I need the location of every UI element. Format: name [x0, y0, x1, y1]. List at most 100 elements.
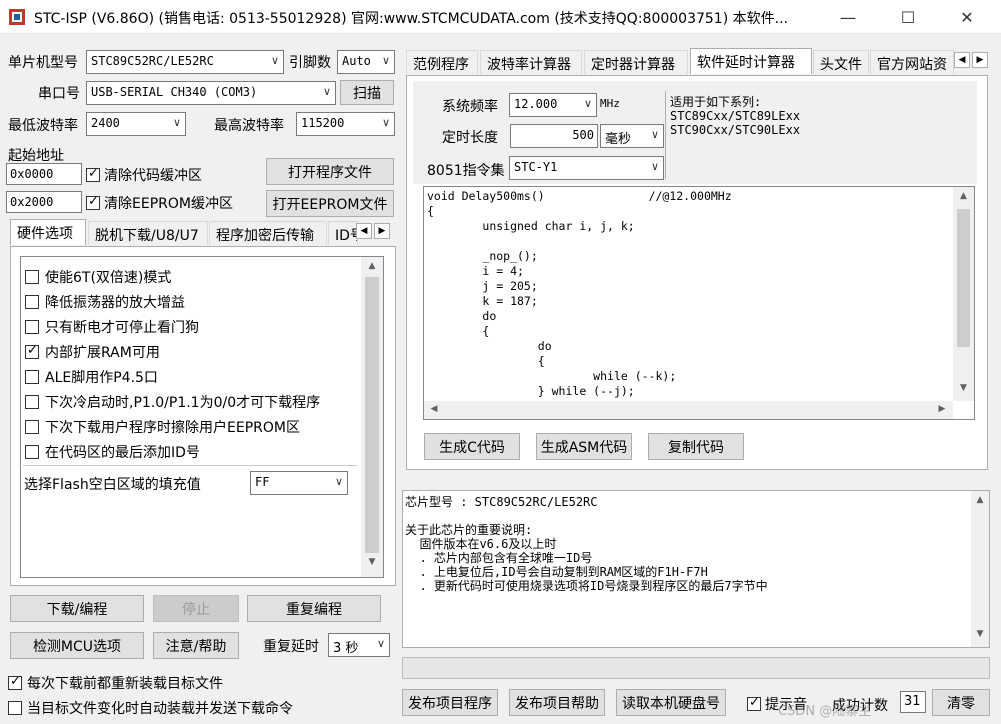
checkbox[interactable] [25, 420, 39, 434]
hardware-option[interactable]: 下次下载用户程序时擦除用户EEPROM区 [25, 415, 300, 439]
mcu-type-select[interactable]: STC89C52RC/LE52RC ∨ [86, 50, 284, 74]
tab-offline-download[interactable]: 脱机下载/U8/U7 [88, 221, 208, 245]
options-scrollbar[interactable]: ▲ ▼ [361, 257, 383, 577]
hardware-option[interactable]: 只有断电才可停止看门狗 [25, 315, 199, 339]
applies-box: 适用于如下系列: STC89Cxx/STC89LExx STC90Cxx/STC… [665, 91, 973, 179]
repeat-delay-select[interactable]: 3 秒 ∨ [328, 633, 390, 657]
publish-program-button[interactable]: 发布项目程序 [402, 689, 498, 716]
checkbox[interactable] [747, 695, 761, 711]
scroll-left-icon[interactable]: ◀ [428, 404, 440, 414]
freq-select[interactable]: 12.000 ∨ [509, 93, 597, 117]
duration-label: 定时长度 [442, 130, 498, 146]
scan-button[interactable]: 扫描 [340, 80, 394, 105]
generate-asm-button[interactable]: 生成ASM代码 [536, 433, 632, 460]
pins-select[interactable]: Auto ∨ [337, 50, 395, 74]
checkbox[interactable] [8, 701, 22, 715]
code-line: { [427, 354, 545, 368]
info-line: . 更新代码时可使用烧录选项将ID号烧录到程序区的最后7字节中 [405, 579, 768, 593]
clear-code-label: 清除代码缓冲区 [104, 168, 202, 184]
tab-baud-calculator[interactable]: 波特率计算器 [480, 50, 582, 74]
code-vscrollbar[interactable]: ▲ ▼ [953, 187, 974, 401]
checkbox[interactable] [25, 395, 39, 409]
left-tab-bar: 硬件选项 脱机下载/U8/U7 程序加密后传输 ID号 ◀ ▶ [10, 219, 396, 247]
tab-header-file[interactable]: 头文件 [813, 50, 869, 74]
duration-unit-select[interactable]: 毫秒 ∨ [600, 124, 664, 148]
checkbox[interactable] [25, 445, 39, 459]
checkbox[interactable] [86, 194, 100, 210]
tab-scroll-right-icon[interactable]: ▶ [374, 223, 390, 239]
tab-scroll-left-icon[interactable]: ◀ [954, 52, 970, 68]
checkbox[interactable] [25, 370, 39, 384]
isa-select[interactable]: STC-Y1 ∨ [509, 156, 664, 180]
freq-value: 12.000 [514, 97, 558, 111]
chevron-down-icon: ∨ [583, 97, 592, 110]
minimize-button[interactable]: — [825, 0, 871, 34]
checkbox[interactable] [25, 270, 39, 284]
hardware-option[interactable]: 降低振荡器的放大增益 [25, 290, 185, 314]
publish-help-button[interactable]: 发布项目帮助 [509, 689, 605, 716]
read-disk-button[interactable]: 读取本机硬盘号 [616, 689, 726, 716]
min-baud-select[interactable]: 2400 ∨ [86, 112, 186, 136]
reload-option[interactable]: 每次下载前都重新装载目标文件 [8, 673, 223, 693]
checkbox[interactable] [8, 674, 22, 690]
clear-code-option[interactable]: 清除代码缓冲区 [86, 165, 202, 185]
tab-hardware-options[interactable]: 硬件选项 [10, 219, 86, 245]
applies-title: 适用于如下系列: [670, 95, 762, 109]
code-hscrollbar[interactable]: ◀ ▶ [424, 401, 953, 419]
chevron-down-icon: ∨ [270, 54, 279, 67]
code-text: void Delay500ms() //@12.000MHz{ unsigned… [427, 189, 947, 401]
port-select[interactable]: USB-SERIAL CH340 (COM3) ∨ [86, 81, 336, 105]
scroll-up-icon[interactable]: ▲ [971, 491, 989, 505]
checkbox[interactable] [25, 343, 39, 359]
scroll-down-icon[interactable]: ▼ [361, 557, 383, 567]
hardware-option[interactable]: 使能6T(双倍速)模式 [25, 265, 171, 289]
auto-load-option[interactable]: 当目标文件变化时自动装载并发送下载命令 [8, 698, 293, 718]
generate-c-button[interactable]: 生成C代码 [424, 433, 520, 460]
open-program-button[interactable]: 打开程序文件 [266, 158, 394, 185]
help-button[interactable]: 注意/帮助 [153, 632, 239, 659]
checkbox[interactable] [25, 320, 39, 334]
tab-timer-calculator[interactable]: 定时器计算器 [584, 50, 688, 74]
scroll-right-icon[interactable]: ▶ [936, 404, 948, 414]
maximize-button[interactable]: ☐ [885, 0, 931, 34]
tab-delay-calculator[interactable]: 软件延时计算器 [690, 48, 812, 74]
copy-code-button[interactable]: 复制代码 [648, 433, 744, 460]
tab-official-site[interactable]: 官方网站资 [870, 50, 954, 74]
tab-scroll-right-icon[interactable]: ▶ [972, 52, 988, 68]
repeat-delay-label: 重复延时 [263, 639, 319, 655]
download-program-button[interactable]: 下载/编程 [10, 595, 144, 622]
tab-examples[interactable]: 范例程序 [406, 50, 478, 74]
code-addr-input[interactable]: 0x0000 [6, 163, 82, 185]
open-eeprom-button[interactable]: 打开EEPROM文件 [266, 190, 394, 217]
clear-count-button[interactable]: 清零 [932, 689, 990, 716]
close-button[interactable]: ✕ [944, 0, 990, 34]
chevron-down-icon: ∨ [376, 637, 385, 650]
hardware-option[interactable]: 在代码区的最后添加ID号 [25, 440, 200, 464]
hardware-option[interactable]: ALE脚用作P4.5口 [25, 365, 158, 389]
checkbox[interactable] [25, 295, 39, 309]
scroll-up-icon[interactable]: ▲ [361, 257, 383, 271]
hardware-option[interactable]: 下次冷启动时,P1.0/P1.1为0/0才可下载程序 [25, 390, 320, 414]
clear-eeprom-option[interactable]: 清除EEPROM缓冲区 [86, 193, 233, 213]
fill-value-select[interactable]: FF ∨ [250, 471, 348, 495]
stop-button[interactable]: 停止 [153, 595, 239, 622]
hardware-option[interactable]: 内部扩展RAM可用 [25, 340, 160, 364]
scroll-thumb[interactable] [365, 277, 379, 553]
checkbox[interactable] [86, 166, 100, 182]
scroll-down-icon[interactable]: ▼ [971, 629, 989, 639]
scroll-up-icon[interactable]: ▲ [953, 187, 974, 201]
max-baud-select[interactable]: 115200 ∨ [296, 112, 395, 136]
duration-input[interactable]: 500 [510, 124, 598, 148]
tab-scroll-left-icon[interactable]: ◀ [356, 223, 372, 239]
info-scrollbar[interactable]: ▲ ▼ [971, 491, 989, 647]
eeprom-addr-input[interactable]: 0x2000 [6, 191, 82, 213]
tab-id[interactable]: ID号 [328, 221, 358, 245]
scroll-thumb[interactable] [957, 209, 970, 347]
scroll-down-icon[interactable]: ▼ [953, 383, 974, 393]
applies-line: STC89Cxx/STC89LExx [670, 109, 801, 123]
code-view[interactable]: void Delay500ms() //@12.000MHz{ unsigned… [423, 186, 975, 420]
tab-encrypted-transfer[interactable]: 程序加密后传输 [209, 221, 327, 245]
detect-mcu-button[interactable]: 检测MCU选项 [10, 632, 144, 659]
repeat-program-button[interactable]: 重复编程 [247, 595, 381, 622]
